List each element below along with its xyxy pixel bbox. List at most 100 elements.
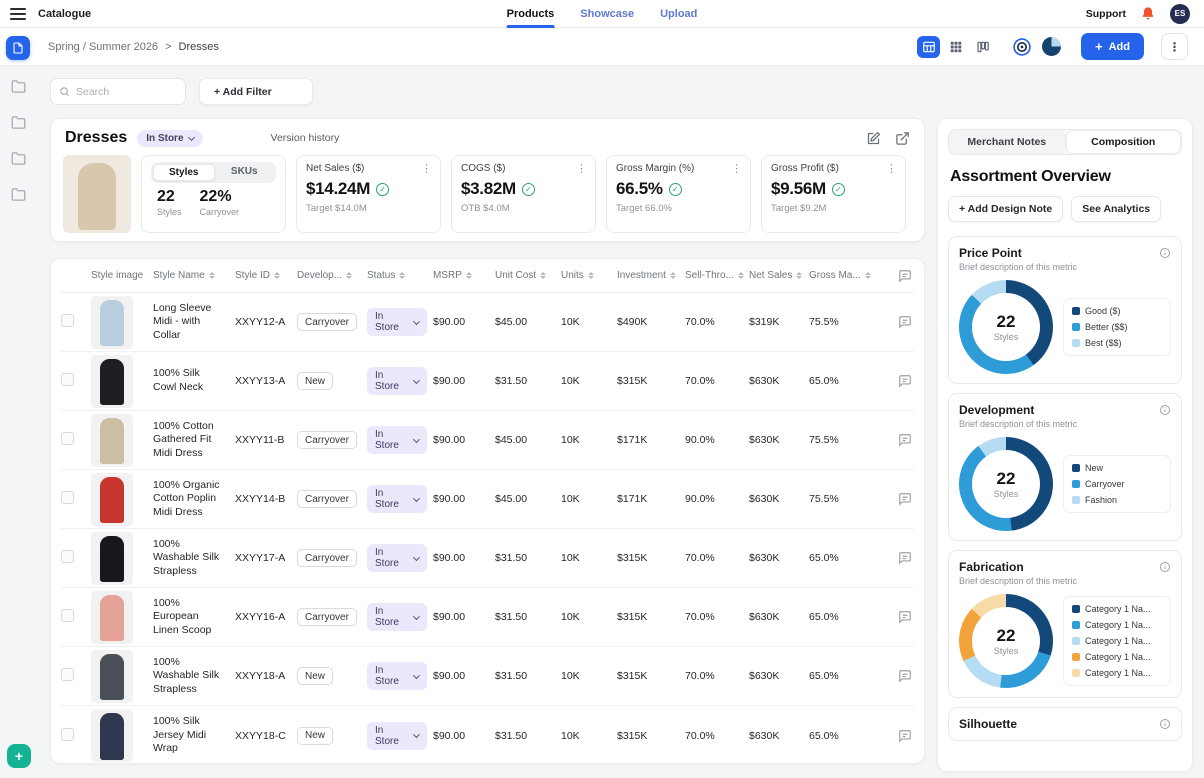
breadcrumb-parent[interactable]: Spring / Summer 2026 <box>48 41 158 53</box>
column-header[interactable]: Style ID <box>235 270 297 281</box>
column-header[interactable]: Gross Ma... <box>809 270 873 281</box>
status-select[interactable]: In Store <box>367 308 427 336</box>
target-tracking-icon[interactable] <box>1011 36 1033 58</box>
development-pill[interactable]: Carryover <box>297 549 357 567</box>
menu-icon[interactable] <box>10 8 26 20</box>
row-checkbox[interactable] <box>61 668 74 681</box>
nav-tab-upload[interactable]: Upload <box>660 0 697 28</box>
sort-icon[interactable] <box>346 272 352 280</box>
column-header[interactable]: Investment <box>617 270 685 281</box>
breadcrumb-current[interactable]: Dresses <box>179 41 219 53</box>
comment-icon[interactable] <box>898 433 912 447</box>
table-row[interactable]: 100% Silk Jersey Midi Wrap XXYY18-C New … <box>61 706 914 764</box>
status-select[interactable]: In Store <box>367 485 427 513</box>
development-pill[interactable]: New <box>297 372 333 390</box>
sort-icon[interactable] <box>540 272 546 280</box>
table-row[interactable]: Long Sleeve Midi - with Collar XXYY12-A … <box>61 293 914 352</box>
sort-icon[interactable] <box>865 272 871 280</box>
edit-icon[interactable] <box>866 131 881 146</box>
column-header[interactable]: Status <box>367 270 433 281</box>
comment-icon[interactable] <box>898 315 912 329</box>
sort-icon[interactable] <box>796 272 802 280</box>
development-pill[interactable]: Carryover <box>297 313 357 331</box>
open-external-icon[interactable] <box>895 131 910 146</box>
comment-icon[interactable] <box>898 551 912 565</box>
style-image[interactable] <box>91 650 133 703</box>
column-header[interactable]: Sell-Thro... <box>685 270 749 281</box>
column-header[interactable]: Net Sales <box>749 270 809 281</box>
tab-merchant-notes[interactable]: Merchant Notes <box>949 130 1065 154</box>
folder-icon[interactable] <box>6 148 30 168</box>
table-row[interactable]: 100% Cotton Gathered Fit Midi Dress XXYY… <box>61 411 914 470</box>
sort-icon[interactable] <box>209 272 215 280</box>
table-row[interactable]: 100% Washable Silk Strapless XXYY17-A Ca… <box>61 529 914 588</box>
metric-menu-icon[interactable]: ⋮ <box>886 162 897 175</box>
see-analytics-button[interactable]: See Analytics <box>1071 196 1161 222</box>
column-header[interactable]: Units <box>561 270 617 281</box>
table-row[interactable]: 100% Organic Cotton Poplin Midi Dress XX… <box>61 470 914 529</box>
grid-view-button[interactable] <box>944 36 967 58</box>
style-image[interactable] <box>91 709 133 762</box>
comment-icon[interactable] <box>898 729 912 743</box>
add-button[interactable]: + Add <box>1081 33 1144 60</box>
status-select[interactable]: In Store <box>367 662 427 690</box>
row-checkbox[interactable] <box>61 728 74 741</box>
toggle-skus[interactable]: SKUs <box>215 164 275 181</box>
board-status-select[interactable]: In Store <box>137 130 202 147</box>
legend-scroll-list[interactable]: Category 1 Na... Category 1 Na... Catego… <box>1063 596 1171 686</box>
status-select[interactable]: In Store <box>367 426 427 454</box>
folder-icon[interactable] <box>6 112 30 132</box>
sort-icon[interactable] <box>274 272 280 280</box>
comment-icon[interactable] <box>898 610 912 624</box>
style-image[interactable] <box>91 414 133 467</box>
style-image[interactable] <box>91 296 133 349</box>
development-pill[interactable]: Carryover <box>297 490 357 508</box>
version-history-link[interactable]: Version history <box>271 132 340 144</box>
style-image[interactable] <box>91 355 133 408</box>
development-pill[interactable]: Carryover <box>297 431 357 449</box>
column-header[interactable]: Style Name <box>153 270 235 281</box>
user-avatar[interactable]: ES <box>1170 4 1190 24</box>
nav-tab-showcase[interactable]: Showcase <box>580 0 634 28</box>
notification-bell-icon[interactable] <box>1140 6 1156 22</box>
sort-icon[interactable] <box>670 272 676 280</box>
column-header[interactable]: Style image <box>91 270 153 281</box>
metric-menu-icon[interactable]: ⋮ <box>576 162 587 175</box>
table-view-button[interactable] <box>917 36 940 58</box>
development-pill[interactable]: New <box>297 727 333 745</box>
info-icon[interactable] <box>1159 718 1171 730</box>
row-checkbox[interactable] <box>61 314 74 327</box>
status-select[interactable]: In Store <box>367 367 427 395</box>
status-select[interactable]: In Store <box>367 544 427 572</box>
row-checkbox[interactable] <box>61 432 74 445</box>
table-row[interactable]: 100% Silk Cowl Neck XXYY13-A New In Stor… <box>61 352 914 411</box>
support-link[interactable]: Support <box>1086 8 1126 20</box>
toggle-styles[interactable]: Styles <box>153 164 215 181</box>
comments-column-icon[interactable] <box>898 269 912 283</box>
tab-composition[interactable]: Composition <box>1065 130 1182 154</box>
column-header[interactable]: Develop... <box>297 270 367 281</box>
folder-icon[interactable] <box>6 76 30 96</box>
info-icon[interactable] <box>1159 247 1171 259</box>
catalogue-rail-button[interactable] <box>6 36 30 60</box>
sort-icon[interactable] <box>738 272 744 280</box>
add-filter-button[interactable]: + Add Filter <box>199 78 313 105</box>
folder-icon[interactable] <box>6 184 30 204</box>
row-checkbox[interactable] <box>61 609 74 622</box>
style-image[interactable] <box>91 473 133 526</box>
sort-icon[interactable] <box>588 272 594 280</box>
metric-menu-icon[interactable]: ⋮ <box>421 162 432 175</box>
development-pill[interactable]: New <box>297 667 333 685</box>
sort-icon[interactable] <box>466 272 472 280</box>
style-image[interactable] <box>91 532 133 585</box>
metric-menu-icon[interactable]: ⋮ <box>731 162 742 175</box>
comment-icon[interactable] <box>898 492 912 506</box>
status-select[interactable]: In Store <box>367 603 427 631</box>
sort-icon[interactable] <box>399 272 405 280</box>
pie-chart-icon[interactable] <box>1040 36 1062 58</box>
row-checkbox[interactable] <box>61 491 74 504</box>
column-header[interactable]: MSRP <box>433 270 495 281</box>
comment-icon[interactable] <box>898 374 912 388</box>
development-pill[interactable]: Carryover <box>297 608 357 626</box>
row-checkbox[interactable] <box>61 373 74 386</box>
